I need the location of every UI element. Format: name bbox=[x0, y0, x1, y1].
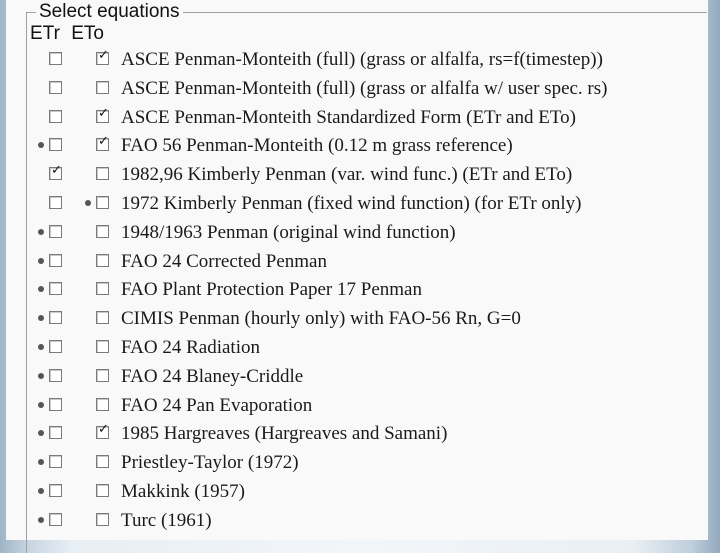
equation-row: FAO Plant Protection Paper 17 Penman bbox=[6, 276, 706, 304]
equation-label: ASCE Penman-Monteith (full) (grass or al… bbox=[121, 49, 603, 70]
etr-checkbox[interactable] bbox=[49, 196, 62, 209]
equation-label: FAO Plant Protection Paper 17 Penman bbox=[121, 279, 422, 301]
eto-checkbox[interactable] bbox=[96, 253, 109, 267]
equation-row: FAO 24 Blaney-Criddle bbox=[6, 363, 706, 391]
eto-checkbox[interactable] bbox=[96, 340, 109, 353]
equation-label: FAO 56 Penman-Monteith (0.12 m grass ref… bbox=[121, 135, 513, 157]
etr-marker-dot-icon bbox=[38, 401, 44, 408]
equation-row: Makkink (1957) bbox=[6, 478, 706, 506]
etr-checkbox[interactable]: ✓ bbox=[49, 163, 62, 181]
etr-marker-dot-icon bbox=[38, 488, 44, 494]
equation-row: FAO 24 Pan Evaporation bbox=[6, 392, 706, 420]
eto-column-header: ETo bbox=[71, 23, 104, 44]
eto-checkbox[interactable] bbox=[96, 455, 109, 469]
etr-checkbox[interactable] bbox=[49, 138, 62, 152]
equation-label: Turc (1961) bbox=[121, 509, 212, 531]
etr-checkbox[interactable] bbox=[49, 224, 62, 238]
equation-label: ASCE Penman-Monteith (full) (grass or al… bbox=[121, 77, 608, 99]
etr-marker-dot-icon bbox=[38, 344, 44, 350]
eto-checkbox[interactable]: ✓ bbox=[96, 422, 109, 440]
equation-row: ✓ FAO 56 Penman-Monteith (0.12 m grass re… bbox=[6, 132, 706, 160]
etr-checkbox[interactable] bbox=[49, 253, 62, 267]
equation-label: 1985 Hargreaves (Hargreaves and Samani) bbox=[121, 423, 448, 445]
check-icon: ✓ bbox=[98, 48, 109, 63]
eto-checkbox[interactable] bbox=[96, 311, 109, 325]
etr-checkbox[interactable] bbox=[49, 80, 62, 94]
eto-marker-dot-icon bbox=[85, 200, 91, 206]
equation-row: FAO 24 Radiation bbox=[6, 334, 706, 362]
eto-checkbox[interactable] bbox=[96, 167, 109, 181]
equation-row: ✓ ASCE Penman-Monteith Standardized Form … bbox=[6, 104, 706, 132]
equation-row: 1972 Kimberly Penman (fixed wind functio… bbox=[6, 190, 706, 218]
check-icon: ✓ bbox=[98, 422, 109, 438]
eto-checkbox[interactable] bbox=[96, 484, 109, 497]
eto-checkbox[interactable] bbox=[96, 196, 109, 209]
equation-label: FAO 24 Corrected Penman bbox=[121, 250, 327, 272]
etr-checkbox[interactable] bbox=[49, 340, 62, 353]
equation-label: ASCE Penman-Monteith Standardized Form (… bbox=[121, 106, 576, 128]
etr-checkbox[interactable] bbox=[49, 455, 62, 469]
equation-label: Priestley-Taylor (1972) bbox=[121, 452, 299, 474]
equation-label: 1948/1963 Penman (original wind function… bbox=[121, 221, 456, 243]
eto-checkbox[interactable] bbox=[96, 224, 109, 238]
etr-checkbox[interactable] bbox=[49, 426, 62, 440]
etr-marker-dot-icon bbox=[38, 142, 44, 149]
etr-marker-dot-icon bbox=[38, 315, 44, 322]
etr-checkbox[interactable] bbox=[49, 109, 62, 123]
eto-checkbox[interactable] bbox=[96, 397, 109, 411]
column-headers: ETr ETo bbox=[30, 22, 110, 46]
groupbox-title: Select equations bbox=[36, 1, 183, 23]
etr-marker-dot-icon bbox=[38, 228, 44, 235]
eto-checkbox[interactable]: ✓ bbox=[96, 134, 109, 152]
etr-marker-dot-icon bbox=[38, 257, 44, 264]
etr-checkbox[interactable] bbox=[49, 311, 62, 325]
eto-checkbox[interactable] bbox=[96, 80, 109, 94]
etr-marker-dot-icon bbox=[38, 286, 44, 293]
etr-marker-dot-icon bbox=[38, 372, 44, 379]
etr-column-header: ETr bbox=[30, 23, 60, 44]
equation-row: ASCE Penman-Monteith (full) (grass or al… bbox=[6, 75, 706, 103]
etr-checkbox[interactable] bbox=[49, 368, 62, 382]
check-icon: ✓ bbox=[98, 105, 109, 121]
eto-checkbox[interactable] bbox=[96, 282, 109, 296]
equation-label: CIMIS Penman (hourly only) with FAO-56 R… bbox=[121, 308, 521, 330]
etr-marker-dot-icon bbox=[38, 430, 44, 437]
equation-label: FAO 24 Radiation bbox=[121, 337, 260, 358]
check-icon: ✓ bbox=[51, 163, 62, 179]
etr-checkbox[interactable] bbox=[49, 512, 62, 526]
etr-checkbox[interactable] bbox=[49, 282, 62, 296]
equation-label: FAO 24 Blaney-Criddle bbox=[121, 365, 304, 387]
equation-selection-panel: Select equations ETr ETo ✓ ASCE Penman-Mo… bbox=[6, 0, 708, 553]
equation-label: 1972 Kimberly Penman (fixed wind functio… bbox=[121, 193, 582, 214]
equation-row: ✓ ASCE Penman-Monteith (full) (grass or a… bbox=[6, 46, 706, 74]
equation-row: ✓ 1985 Hargreaves (Hargreaves and Samani) bbox=[6, 420, 706, 448]
etr-marker-dot-icon bbox=[38, 516, 44, 523]
equation-row: CIMIS Penman (hourly only) with FAO-56 R… bbox=[6, 305, 706, 333]
equation-row: Turc (1961) bbox=[6, 507, 706, 535]
etr-checkbox[interactable] bbox=[49, 52, 62, 65]
etr-checkbox[interactable] bbox=[49, 397, 62, 411]
equation-label: 1982,96 Kimberly Penman (var. wind func.… bbox=[121, 164, 573, 186]
eto-checkbox[interactable] bbox=[96, 512, 109, 526]
etr-checkbox[interactable] bbox=[49, 484, 62, 497]
eto-checkbox[interactable]: ✓ bbox=[96, 106, 109, 123]
equation-row: 1948/1963 Penman (original wind function… bbox=[6, 219, 706, 247]
equation-row: FAO 24 Corrected Penman bbox=[6, 248, 706, 276]
equation-row: ✓ 1982,96 Kimberly Penman (var. wind func… bbox=[6, 161, 706, 189]
check-icon: ✓ bbox=[98, 134, 109, 150]
etr-marker-dot-icon bbox=[38, 459, 44, 466]
equation-label: FAO 24 Pan Evaporation bbox=[121, 394, 313, 416]
equation-label: Makkink (1957) bbox=[121, 481, 246, 502]
equation-row: Priestley-Taylor (1972) bbox=[6, 449, 706, 477]
eto-checkbox[interactable]: ✓ bbox=[96, 48, 109, 65]
eto-checkbox[interactable] bbox=[96, 368, 109, 382]
